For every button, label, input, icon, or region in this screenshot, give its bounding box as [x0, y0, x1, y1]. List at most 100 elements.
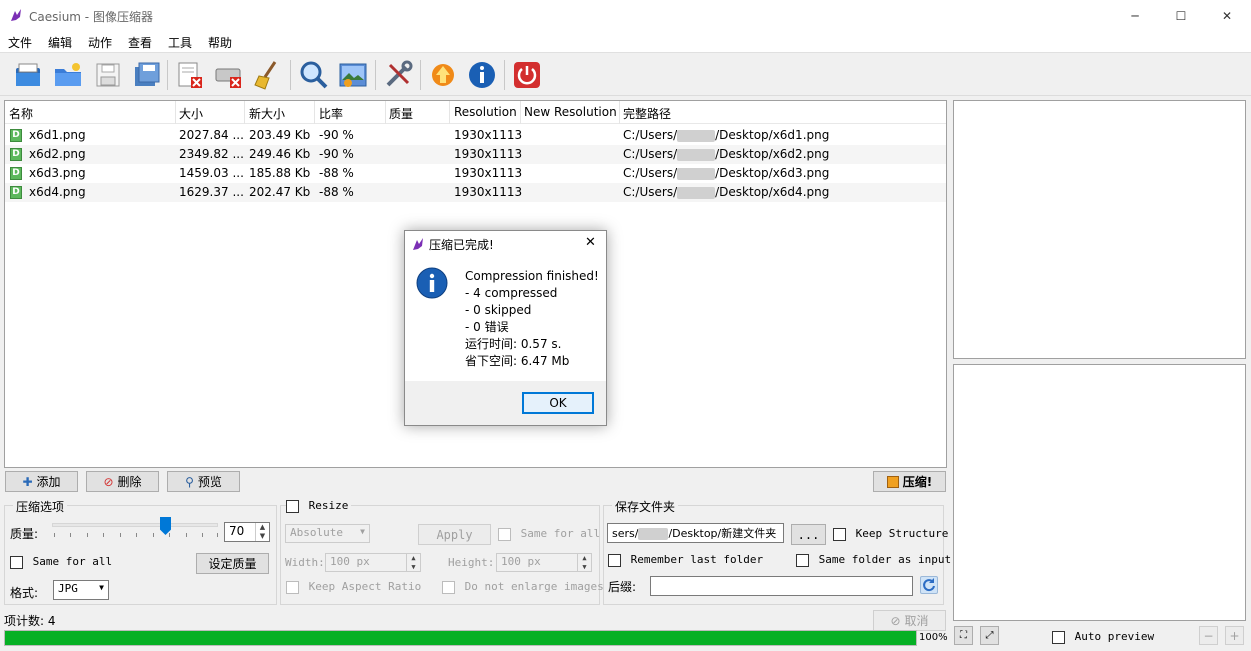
column-header-size[interactable]: 大小	[179, 105, 203, 122]
same-folder-as-input[interactable]: Same folder as input	[796, 553, 951, 567]
column-header-quality[interactable]: 质量	[389, 105, 413, 122]
checkbox[interactable]	[286, 499, 299, 513]
checkbox[interactable]	[442, 580, 455, 594]
toolbar-separator	[375, 60, 376, 90]
clear-list-icon[interactable]	[213, 59, 245, 91]
apply-resize-button[interactable]: Apply	[418, 524, 491, 545]
compress-button[interactable]: 压缩!	[873, 471, 946, 492]
cell-full-path: C:/Users//Desktop/x6d3.png	[623, 166, 830, 180]
spin-arrows-icon[interactable]: ▲ ▼	[255, 523, 269, 541]
fit-to-window-icon[interactable]: ⛶	[954, 626, 973, 645]
column-header-full-path[interactable]: 完整路径	[623, 105, 671, 122]
cell-new-size: 249.46 Kb	[249, 147, 311, 161]
menu-edit[interactable]: 编辑	[48, 34, 72, 51]
menu-view[interactable]: 查看	[128, 34, 152, 51]
menu-tools[interactable]: 工具	[168, 34, 192, 51]
table-row[interactable]: D x6d3.png 1459.03 ... 185.88 Kb -88 % 1…	[5, 164, 946, 183]
format-select[interactable]: JPG ▼	[53, 580, 109, 600]
redacted-username	[677, 148, 716, 161]
item-count-label: 项计数: 4	[4, 614, 56, 628]
spin-arrows-icon[interactable]: ▲ ▼	[577, 554, 591, 571]
fullscreen-icon[interactable]: ⤢	[980, 626, 999, 645]
cell-new-size: 202.47 Kb	[249, 185, 311, 199]
title-bar: Caesium - 图像压缩器 ─ ☐ ✕	[0, 0, 1251, 31]
checkbox[interactable]	[796, 553, 809, 567]
png-file-icon: D	[10, 129, 22, 142]
menu-help[interactable]: 帮助	[208, 34, 232, 51]
column-header-new-size[interactable]: 新大小	[249, 105, 285, 122]
checkbox[interactable]	[1052, 630, 1065, 644]
close-button[interactable]: ✕	[1204, 0, 1250, 31]
remember-last-folder[interactable]: Remember last folder	[608, 553, 763, 567]
zoom-out-icon[interactable]: −	[1199, 626, 1218, 645]
checkbox[interactable]	[608, 553, 621, 567]
keep-aspect-ratio[interactable]: Keep Aspect Ratio	[286, 580, 421, 594]
minimize-button[interactable]: ─	[1112, 0, 1158, 31]
maximize-button[interactable]: ☐	[1158, 0, 1204, 31]
column-header-resolution[interactable]: Resolution	[454, 105, 517, 119]
cell-full-path: C:/Users//Desktop/x6d4.png	[623, 185, 830, 199]
table-row[interactable]: D x6d4.png 1629.37 ... 202.47 Kb -88 % 1…	[5, 183, 946, 202]
dialog-close-icon[interactable]: ✕	[585, 235, 596, 250]
quality-spinbox[interactable]: 70 ▲ ▼	[224, 522, 270, 542]
cancel-button[interactable]: ⊘ 取消	[873, 610, 946, 631]
preview-button[interactable]: ⚲ 预览	[167, 471, 240, 492]
width-spinbox[interactable]: 100 px ▲ ▼	[325, 553, 421, 572]
progress-percent-label: 100%	[919, 632, 948, 643]
open-folder-icon[interactable]	[52, 59, 84, 91]
save-icon[interactable]	[92, 59, 124, 91]
zoom-in-icon[interactable]: +	[1225, 626, 1244, 645]
quality-slider-track[interactable]	[52, 523, 218, 527]
checkbox[interactable]	[10, 555, 23, 569]
original-preview-pane[interactable]	[953, 100, 1246, 359]
cell-resolution: 1930x1113	[454, 166, 523, 180]
spin-arrows-icon[interactable]: ▲ ▼	[406, 554, 420, 571]
cell-size: 1459.03 ...	[179, 166, 244, 180]
checkbox[interactable]	[498, 527, 511, 541]
checkbox[interactable]	[286, 580, 299, 594]
save-all-icon[interactable]	[131, 59, 163, 91]
delete-button[interactable]: ⊘ 删除	[86, 471, 159, 492]
info-icon[interactable]	[466, 59, 498, 91]
resize-toggle[interactable]: Resize	[286, 499, 352, 513]
clean-broom-icon[interactable]	[251, 59, 283, 91]
ok-button[interactable]: OK	[522, 392, 594, 414]
cell-new-size: 185.88 Kb	[249, 166, 311, 180]
table-row[interactable]: D x6d1.png 2027.84 ... 203.49 Kb -90 % 1…	[5, 126, 946, 145]
resize-mode-select[interactable]: Absolute ▼	[285, 524, 370, 543]
redacted-username	[677, 129, 716, 142]
browse-button[interactable]: ...	[791, 524, 826, 545]
dialog-message: Compression finished! - 4 compressed - 0…	[465, 268, 599, 370]
suffix-input[interactable]	[650, 576, 913, 596]
table-row[interactable]: D x6d2.png 2349.82 ... 249.46 Kb -90 % 1…	[5, 145, 946, 164]
output-folder-input[interactable]: sers//Desktop/新建文件夹	[607, 523, 784, 543]
open-files-icon[interactable]	[12, 59, 44, 91]
column-header-new-resolution[interactable]: New Resolution	[524, 105, 617, 119]
compressed-preview-pane[interactable]	[953, 364, 1246, 621]
menu-action[interactable]: 动作	[88, 34, 112, 51]
do-not-enlarge[interactable]: Do not enlarge images	[442, 580, 604, 594]
exit-power-icon[interactable]	[511, 59, 543, 91]
menu-bar: 文件 编辑 动作 查看 工具 帮助	[0, 31, 1251, 53]
same-for-all-resize[interactable]: Same for all	[498, 527, 600, 541]
zoom-icon[interactable]	[298, 59, 330, 91]
settings-tools-icon[interactable]	[382, 59, 414, 91]
remove-item-icon[interactable]	[174, 59, 206, 91]
cell-full-path: C:/Users//Desktop/x6d2.png	[623, 147, 830, 161]
menu-file[interactable]: 文件	[8, 34, 32, 51]
add-button[interactable]: ✚ 添加	[5, 471, 78, 492]
set-quality-button[interactable]: 设定质量	[196, 553, 269, 574]
update-icon[interactable]	[427, 59, 459, 91]
column-header-name[interactable]: 名称	[9, 105, 33, 122]
height-spinbox[interactable]: 100 px ▲ ▼	[496, 553, 592, 572]
format-label: 格式:	[10, 586, 39, 600]
refresh-icon[interactable]	[920, 576, 938, 594]
preview-image-icon[interactable]	[337, 59, 369, 91]
png-file-icon: D	[10, 167, 22, 180]
column-header-ratio[interactable]: 比率	[319, 105, 343, 122]
same-for-all-compression[interactable]: Same for all	[10, 555, 112, 569]
auto-preview[interactable]: Auto preview	[1052, 630, 1154, 644]
checkbox[interactable]	[833, 527, 846, 541]
compression-options-title: 压缩选项	[13, 498, 68, 515]
keep-structure[interactable]: Keep Structure	[833, 527, 948, 541]
